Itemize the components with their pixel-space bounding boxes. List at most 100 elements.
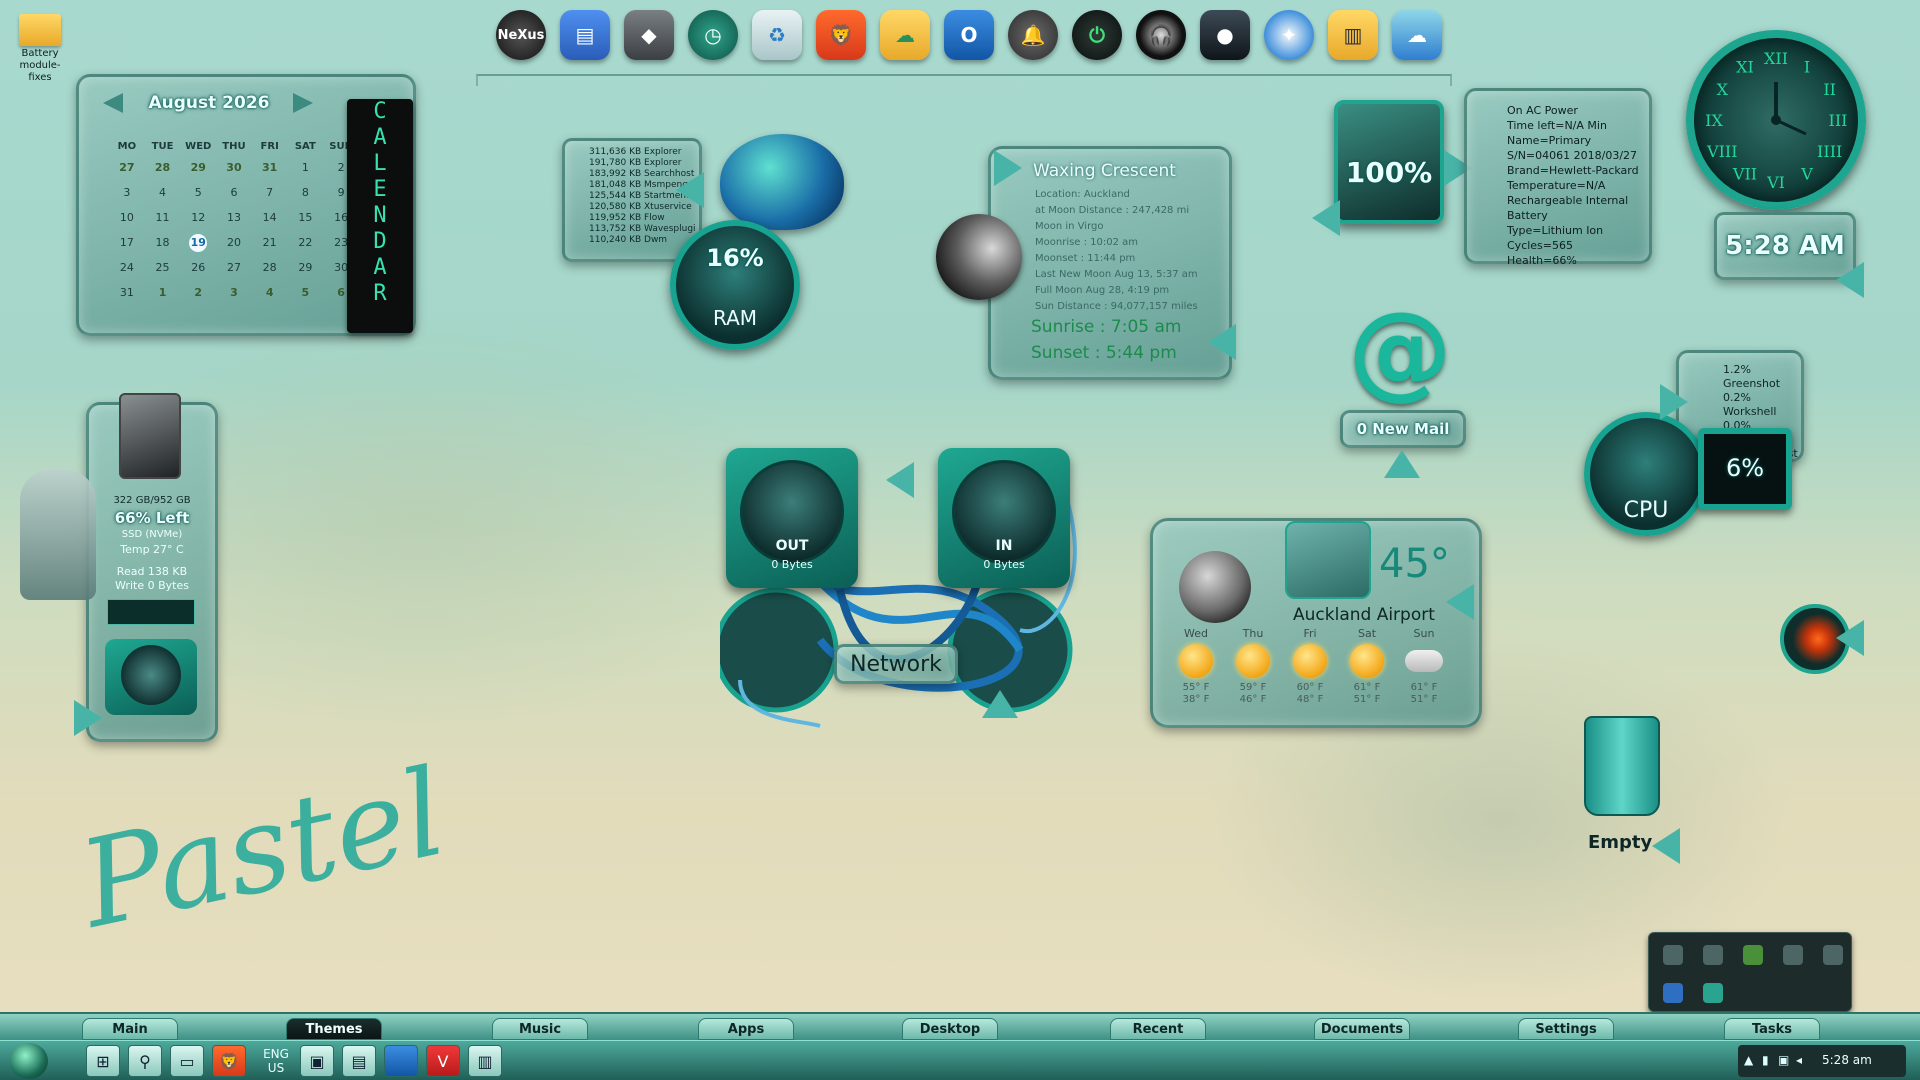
taskbar-clock[interactable]: 5:28 am — [1822, 1053, 1872, 1067]
calendar-day[interactable]: 21 — [252, 230, 288, 255]
sunset: Sunset : 5:44 pm — [1031, 343, 1177, 363]
calendar-day[interactable]: 27 — [216, 255, 252, 280]
clock-app-icon[interactable]: ◷ — [688, 10, 738, 60]
tray-battery-icon[interactable]: ▮ — [1762, 1053, 1769, 1067]
calendar-day[interactable]: 13 — [216, 205, 252, 230]
notepad-icon[interactable]: ▤ — [560, 10, 610, 60]
cloud-icon[interactable]: ☁ — [1392, 10, 1442, 60]
calendar-day[interactable]: 4 — [145, 180, 181, 205]
calendar-day[interactable]: 3 — [216, 280, 252, 305]
dropbox-icon[interactable]: ◆ — [624, 10, 674, 60]
windows-start-icon[interactable]: ⊞ — [86, 1045, 120, 1077]
onedrive-folder-icon[interactable]: ☁ — [880, 10, 930, 60]
headphones-icon[interactable]: 🎧 — [1136, 10, 1186, 60]
tab-tasks[interactable]: Tasks — [1724, 1018, 1820, 1040]
tab-music[interactable]: Music — [492, 1018, 588, 1040]
brave-icon[interactable]: 🦁 — [816, 10, 866, 60]
calendar-day[interactable]: 31 — [252, 155, 288, 180]
calendar-day[interactable]: 3 — [109, 180, 145, 205]
chat-icon[interactable]: ▭ — [170, 1045, 204, 1077]
tab-themes[interactable]: Themes — [286, 1018, 382, 1040]
calendar-day[interactable]: 20 — [216, 230, 252, 255]
bell-icon[interactable]: 🔔 — [1008, 10, 1058, 60]
calendar-day[interactable]: 18 — [145, 230, 181, 255]
calendar-day[interactable]: 17 — [109, 230, 145, 255]
mail-icon[interactable]: @ — [1340, 289, 1460, 411]
forecast-day-name: Sat — [1357, 627, 1377, 640]
tab-apps[interactable]: Apps — [698, 1018, 794, 1040]
tab-main[interactable]: Main — [82, 1018, 178, 1040]
vivaldi-icon[interactable]: V — [426, 1045, 460, 1077]
tab-recent[interactable]: Recent — [1110, 1018, 1206, 1040]
next-month-icon[interactable] — [293, 93, 313, 113]
clock-numeral: I — [1804, 57, 1810, 76]
calendar-day[interactable]: 11 — [145, 205, 181, 230]
explorer-taskbar-icon[interactable]: ▥ — [468, 1045, 502, 1077]
sun-distance: Sun Distance : 94,077,157 miles — [1035, 301, 1198, 312]
search-icon[interactable]: ⚲ — [128, 1045, 162, 1077]
calendar-day[interactable]: 22 — [288, 230, 324, 255]
photos-icon[interactable]: ▣ — [300, 1045, 334, 1077]
calendar-day[interactable]: 8 — [288, 180, 324, 205]
tray-chevron-icon[interactable]: ▲ — [1744, 1053, 1753, 1067]
cpu-percent: 6% — [1725, 454, 1765, 482]
power-icon[interactable]: ⏻ — [1072, 10, 1122, 60]
nexus-icon[interactable]: NeXus — [496, 10, 546, 60]
tray-volume-icon[interactable]: ◂ — [1796, 1053, 1802, 1067]
ram-percent: 16% — [706, 244, 764, 272]
calendar-day[interactable]: 24 — [109, 255, 145, 280]
tray-network-icon[interactable]: ▣ — [1778, 1053, 1789, 1067]
file-explorer-icon[interactable]: ▥ — [1328, 10, 1378, 60]
safari-icon[interactable]: ✦ — [1264, 10, 1314, 60]
calendar-day[interactable]: 26 — [180, 255, 216, 280]
tray-sync-icon[interactable] — [1703, 983, 1723, 1003]
calendar-day[interactable]: 4 — [252, 280, 288, 305]
brave-taskbar-icon[interactable]: 🦁 — [212, 1045, 246, 1077]
calendar-day[interactable]: 30 — [216, 155, 252, 180]
calendar-day[interactable]: 1 — [288, 155, 324, 180]
prev-month-icon[interactable] — [103, 93, 123, 113]
tray-dropbox-icon[interactable] — [1823, 945, 1843, 965]
calendar-day[interactable]: 12 — [180, 205, 216, 230]
calendar-day[interactable]: 15 — [288, 205, 324, 230]
calendar-day[interactable]: 27 — [109, 155, 145, 180]
sunrise: Sunrise : 7:05 am — [1031, 317, 1182, 337]
camera-icon[interactable]: ● — [1200, 10, 1250, 60]
calendar-day[interactable]: 7 — [252, 180, 288, 205]
recycle-icon[interactable]: ♻ — [752, 10, 802, 60]
language-indicator[interactable]: ENG US — [256, 1045, 296, 1077]
tab-desktop[interactable]: Desktop — [902, 1018, 998, 1040]
tab-documents[interactable]: Documents — [1314, 1018, 1410, 1040]
tab-settings[interactable]: Settings — [1518, 1018, 1614, 1040]
calendar-day[interactable]: 25 — [145, 255, 181, 280]
calendar-day[interactable]: 14 — [252, 205, 288, 230]
recycle-bin-icon[interactable] — [1584, 716, 1660, 816]
calendar-day[interactable]: 29 — [288, 255, 324, 280]
calendar-day[interactable]: 5 — [288, 280, 324, 305]
tray-chat-icon[interactable] — [1663, 945, 1683, 965]
window-app-icon[interactable] — [384, 1045, 418, 1077]
forecast-day-name: Wed — [1184, 627, 1208, 640]
desktop-app-icon[interactable]: ▤ — [342, 1045, 376, 1077]
tray-media-icon[interactable] — [1703, 945, 1723, 965]
start-orb-icon[interactable] — [10, 1043, 48, 1079]
calendar-day[interactable]: 5 — [180, 180, 216, 205]
tray-defender-icon[interactable] — [1663, 983, 1683, 1003]
desktop-folder[interactable]: Battery module-fixes — [8, 10, 72, 90]
tray-nvidia-icon[interactable] — [1743, 945, 1763, 965]
battery-info-line: Type=Lithium Ion — [1507, 224, 1604, 237]
calendar-day[interactable]: 28 — [252, 255, 288, 280]
tray-bird-icon[interactable] — [1783, 945, 1803, 965]
ram-process-item: 119,952 KB Flow — [589, 213, 665, 223]
calendar-day[interactable]: 31 — [109, 280, 145, 305]
mail-box[interactable]: 0 New Mail — [1340, 410, 1466, 448]
calendar-day[interactable]: 19 — [180, 230, 216, 255]
calendar-day[interactable]: 10 — [109, 205, 145, 230]
calendar-day[interactable]: 1 — [145, 280, 181, 305]
calendar-day[interactable]: 28 — [145, 155, 181, 180]
outlook-icon[interactable]: O — [944, 10, 994, 60]
calendar-day[interactable]: 2 — [180, 280, 216, 305]
calendar-day[interactable]: 29 — [180, 155, 216, 180]
folder-icon — [19, 14, 61, 46]
calendar-day[interactable]: 6 — [216, 180, 252, 205]
